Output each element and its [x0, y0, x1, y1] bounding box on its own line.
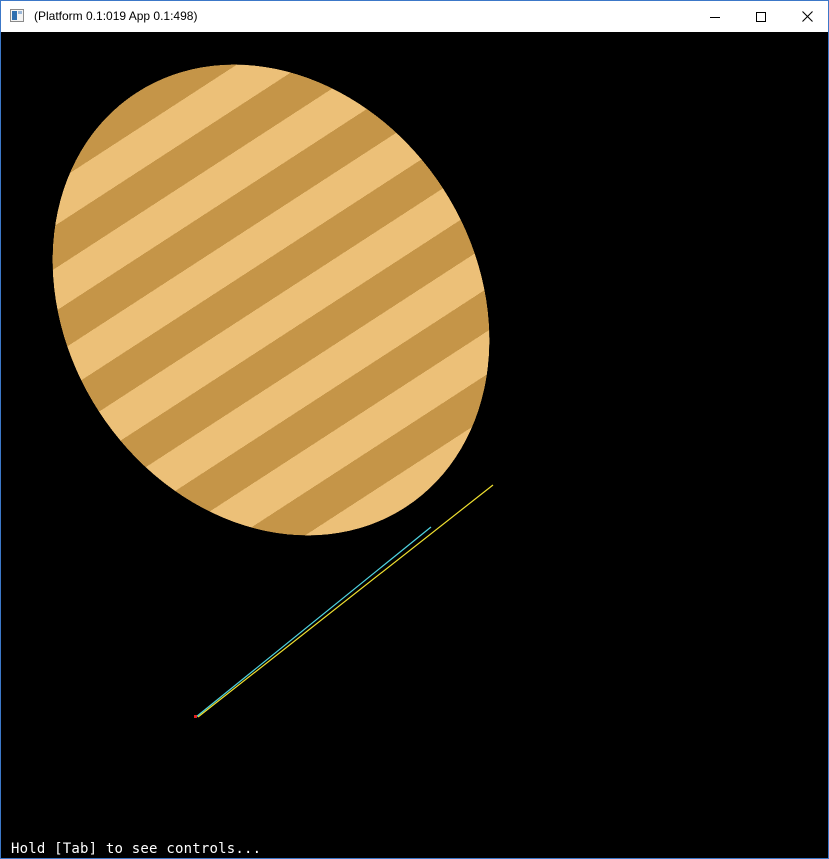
tether-anchor-point [194, 715, 197, 718]
app-window: (Platform 0.1:019 App 0.1:498) Hold [Tab… [0, 0, 829, 859]
title-bar[interactable]: (Platform 0.1:019 App 0.1:498) [1, 1, 828, 32]
balloon-stripes [1, 32, 578, 619]
render-viewport[interactable]: Hold [Tab] to see controls... [1, 32, 828, 858]
minimize-button[interactable] [692, 1, 738, 32]
maximize-icon [756, 11, 766, 22]
close-icon [801, 11, 813, 22]
tether-line-cyan [195, 526, 432, 718]
window-title: (Platform 0.1:019 App 0.1:498) [34, 9, 198, 23]
balloon [1, 32, 578, 619]
minimize-icon [710, 16, 720, 18]
scene-canvas[interactable] [1, 32, 828, 858]
maximize-button[interactable] [738, 1, 784, 32]
app-window-icon[interactable] [10, 9, 24, 22]
close-button[interactable] [784, 1, 829, 32]
controls-hint: Hold [Tab] to see controls... [11, 841, 262, 857]
